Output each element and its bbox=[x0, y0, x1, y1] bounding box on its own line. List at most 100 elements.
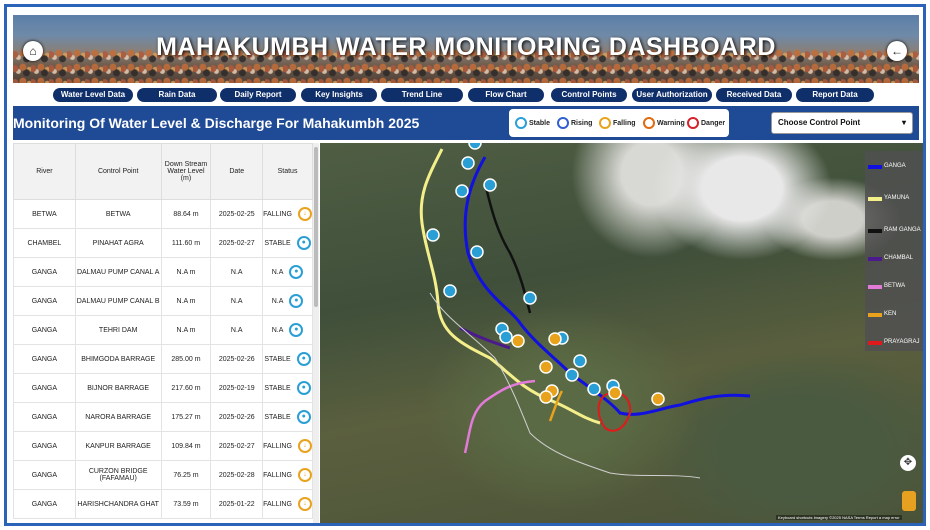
table-row[interactable]: GANGA DALMAU PUMP CANAL A N.A m N.A N.A ● bbox=[13, 257, 313, 287]
nav-report-data[interactable]: Report Data bbox=[796, 88, 874, 102]
table-row[interactable]: GANGA BIJNOR BARRAGE 217.60 m 2025-02-19 STA… bbox=[13, 373, 313, 403]
control-point-cell: BIJNOR BARRAGE bbox=[74, 373, 162, 403]
map-marker-falling[interactable] bbox=[539, 360, 553, 374]
map-marker-falling[interactable] bbox=[511, 334, 525, 348]
status-cell: STABLE ● bbox=[262, 228, 313, 258]
stable-status-icon: ● bbox=[296, 381, 311, 395]
yamuna-swatch bbox=[868, 197, 882, 201]
map-marker-falling[interactable] bbox=[608, 386, 622, 400]
nav-received-data[interactable]: Received Data bbox=[716, 88, 792, 102]
table-row[interactable]: GANGA TEHRI DAM N.A m N.A N.A ● bbox=[13, 315, 313, 345]
table-row[interactable]: GANGA BHIMGODA BARRAGE 285.00 m 2025-02-26 S… bbox=[13, 344, 313, 374]
date-cell: 2025-02-25 bbox=[210, 199, 264, 229]
date-cell: 2025-02-19 bbox=[210, 373, 264, 403]
table-row[interactable]: GANGA HARISHCHANDRA GHAT 73.59 m 2025-01-22… bbox=[13, 489, 313, 519]
stable-pin-icon bbox=[515, 117, 527, 129]
status-legend: Stable Rising Falling Warning Danger bbox=[509, 109, 729, 137]
map-marker-stable[interactable] bbox=[565, 368, 579, 382]
table-row[interactable]: GANGA KANPUR BARRAGE 109.84 m 2025-02-27 FAL… bbox=[13, 431, 313, 461]
nav-water-level-data[interactable]: Water Level Data bbox=[53, 88, 133, 102]
status-label: N.A bbox=[271, 297, 284, 305]
date-cell: 2025-01-22 bbox=[210, 489, 264, 519]
map-attribution[interactable]: Keyboard shortcuts Imagery ©2025 NASA Te… bbox=[776, 515, 902, 520]
date-cell: 2025-02-26 bbox=[210, 344, 264, 374]
falling-status-icon: ↓ bbox=[297, 468, 312, 482]
legend-stable: Stable bbox=[515, 117, 550, 129]
water-level-cell: 175.27 m bbox=[160, 402, 212, 432]
status-label: FALLING bbox=[263, 500, 292, 508]
table-row[interactable]: GANGA NARORA BARRAGE 175.27 m 2025-02-26 STA… bbox=[13, 402, 313, 432]
nav-rain-data[interactable]: Rain Data bbox=[137, 88, 217, 102]
page-title: MAHAKUMBH WATER MONITORING DASHBOARD bbox=[156, 33, 776, 61]
map-marker-stable[interactable] bbox=[426, 228, 440, 242]
map-marker-stable[interactable] bbox=[468, 143, 482, 150]
back-arrow-icon[interactable]: ← bbox=[887, 41, 907, 61]
status-cell: FALLING ↓ bbox=[262, 489, 313, 519]
table-row[interactable]: GANGA DALMAU PUMP CANAL B N.A m N.A N.A ● bbox=[13, 286, 313, 316]
map-marker-stable[interactable] bbox=[470, 245, 484, 259]
date-cell: 2025-02-27 bbox=[210, 228, 264, 258]
water-level-cell: 111.60 m bbox=[160, 228, 212, 258]
river-cell: BETWA bbox=[13, 199, 76, 229]
date-cell: 2025-02-27 bbox=[210, 431, 264, 461]
status-label: STABLE bbox=[264, 413, 291, 421]
nav-control-points[interactable]: Control Points bbox=[551, 88, 627, 102]
legend-warning: Warning bbox=[643, 117, 685, 129]
river-cell: GANGA bbox=[13, 431, 76, 461]
nav-user-authorization[interactable]: User Authorization bbox=[632, 88, 712, 102]
stable-status-icon: ● bbox=[289, 294, 304, 308]
date-cell: 2025-02-26 bbox=[210, 402, 264, 432]
control-point-cell: BETWA bbox=[74, 199, 162, 229]
betwa-swatch bbox=[868, 285, 882, 289]
map-marker-stable[interactable] bbox=[461, 156, 475, 170]
status-label: STABLE bbox=[264, 384, 291, 392]
water-level-cell: 76.25 m bbox=[160, 460, 212, 490]
status-label: N.A bbox=[271, 326, 284, 334]
map-marker-stable[interactable] bbox=[587, 382, 601, 396]
nav-trend-line[interactable]: Trend Line bbox=[381, 88, 463, 102]
control-point-cell: HARISHCHANDRA GHAT bbox=[74, 489, 162, 519]
status-cell: N.A ● bbox=[262, 257, 313, 287]
map-marker-stable[interactable] bbox=[443, 284, 457, 298]
date-cell: N.A bbox=[210, 286, 264, 316]
river-cell: GANGA bbox=[13, 402, 76, 432]
dashboard-frame: ⌂ MAHAKUMBH WATER MONITORING DASHBOARD ←… bbox=[4, 4, 926, 526]
nav-key-insights[interactable]: Key Insights bbox=[301, 88, 377, 102]
stable-status-icon: ● bbox=[296, 352, 311, 366]
ken-swatch bbox=[868, 313, 882, 317]
nav-flow-chart[interactable]: Flow Chart bbox=[468, 88, 544, 102]
nav-daily-report[interactable]: Daily Report bbox=[220, 88, 296, 102]
map-marker-stable[interactable] bbox=[499, 330, 513, 344]
control-point-select[interactable]: Choose Control Point ▾ bbox=[771, 112, 913, 134]
river-cell: GANGA bbox=[13, 315, 76, 345]
map-view[interactable]: GANGA YAMUNA RAM GANGA CHAMBAL BETWA KEN… bbox=[320, 143, 923, 523]
section-title: Monitoring Of Water Level & Discharge Fo… bbox=[13, 115, 420, 131]
falling-status-icon: ↓ bbox=[297, 207, 312, 221]
table-row[interactable]: CHAMBEL PINAHAT AGRA 111.60 m 2025-02-27 STA… bbox=[13, 228, 313, 258]
pegman-icon[interactable] bbox=[902, 491, 916, 511]
table-row[interactable]: BETWA BETWA 88.64 m 2025-02-25 FALLING ↓ bbox=[13, 199, 313, 229]
legend-falling: Falling bbox=[599, 117, 636, 129]
danger-pin-icon bbox=[687, 117, 699, 129]
control-point-cell: TEHRI DAM bbox=[74, 315, 162, 345]
table-row[interactable]: GANGA CURZON BRIDGE (FAFAMAU) 76.25 m 2025-… bbox=[13, 460, 313, 490]
legend-danger: Danger bbox=[687, 117, 725, 129]
map-marker-stable[interactable] bbox=[483, 178, 497, 192]
river-map-svg[interactable] bbox=[320, 143, 923, 523]
control-point-cell: DALMAU PUMP CANAL B bbox=[74, 286, 162, 316]
status-cell: FALLING ↓ bbox=[262, 460, 313, 490]
table-scrollbar-thumb[interactable] bbox=[314, 147, 318, 307]
map-fullscreen-icon[interactable]: ✥ bbox=[900, 455, 916, 471]
map-marker-falling[interactable] bbox=[651, 392, 665, 406]
water-level-cell: N.A m bbox=[160, 286, 212, 316]
map-marker-falling[interactable] bbox=[539, 390, 553, 404]
nav-bar: Water Level Data Rain Data Daily Report … bbox=[13, 85, 919, 105]
map-marker-stable[interactable] bbox=[455, 184, 469, 198]
status-label: STABLE bbox=[264, 239, 291, 247]
map-marker-stable[interactable] bbox=[523, 291, 537, 305]
map-marker-falling[interactable] bbox=[548, 332, 562, 346]
col-header-river: River bbox=[13, 143, 76, 200]
status-label: STABLE bbox=[264, 355, 291, 363]
water-level-cell: 285.00 m bbox=[160, 344, 212, 374]
map-marker-stable[interactable] bbox=[573, 354, 587, 368]
